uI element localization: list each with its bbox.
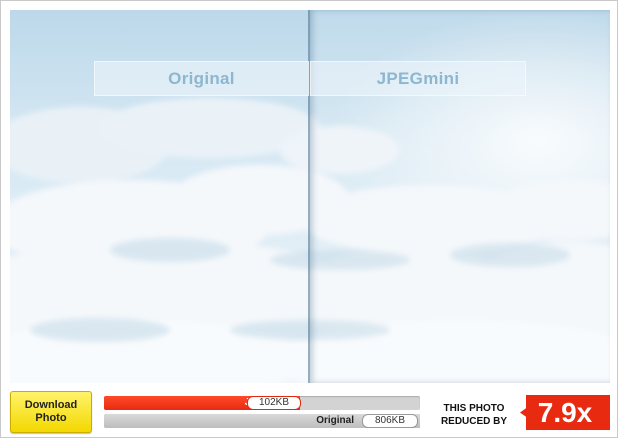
jpegmini-size-value: 102KB bbox=[247, 396, 301, 410]
jpegmini-size-bar: JPEGmini 102KB bbox=[104, 396, 420, 410]
jpegmini-label: JPEGmini bbox=[310, 61, 526, 96]
original-label: Original bbox=[94, 61, 309, 96]
original-size-bar: Original 806KB bbox=[104, 414, 420, 428]
reduction-caption: THIS PHOTO REDUCED BY bbox=[440, 403, 508, 427]
original-size-value: 806KB bbox=[362, 414, 418, 428]
original-size-label: Original bbox=[316, 415, 354, 426]
reduction-ratio-badge: 7.9x bbox=[520, 395, 610, 430]
download-photo-label: Download Photo bbox=[24, 399, 78, 424]
image-comparison-viewer[interactable]: Original JPEGmini bbox=[10, 10, 610, 383]
download-photo-button[interactable]: Download Photo bbox=[10, 391, 92, 433]
